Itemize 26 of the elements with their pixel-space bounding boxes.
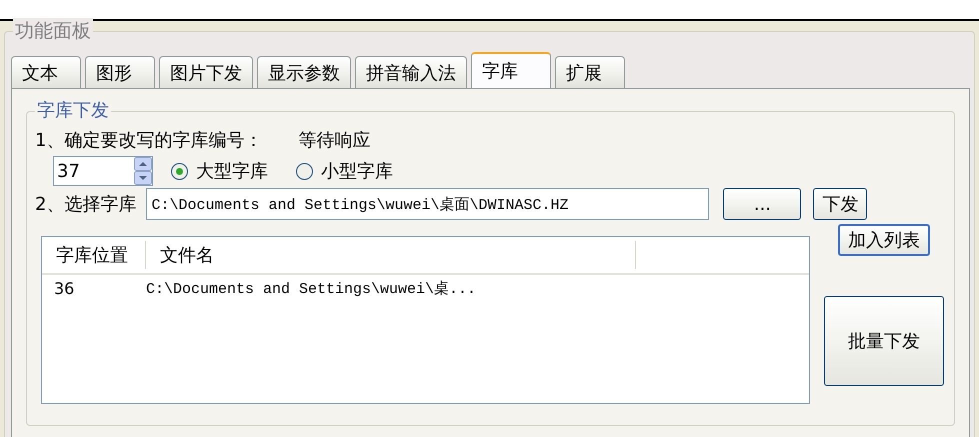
tab[interactable]: 文本 xyxy=(11,56,81,88)
radio-option[interactable]: 小型字库 xyxy=(296,159,393,183)
number-spinner[interactable]: 37 xyxy=(53,156,153,186)
add-to-list-button[interactable]: 加入列表 xyxy=(838,224,930,256)
step-label: 2、选择字库 xyxy=(35,193,136,216)
path-field[interactable]: C:\Documents and Settings\wuwei\桌面\DWINASC.HZ xyxy=(146,188,710,220)
table-cell-text: C:\Documents and Settings\wuwei\桌... xyxy=(146,280,476,298)
radio-option[interactable]: 大型字库 xyxy=(171,159,268,183)
spinner-value: 37 xyxy=(57,160,80,182)
tab[interactable]: 拼音输入法 xyxy=(355,56,467,88)
column-header[interactable]: 文件名 xyxy=(146,241,636,269)
tab[interactable]: 图形 xyxy=(85,56,155,88)
radio-icon[interactable] xyxy=(296,162,313,180)
tab[interactable]: 扩展 xyxy=(555,56,625,88)
tab[interactable]: 显示参数 xyxy=(257,56,351,88)
browse-button[interactable]: ... xyxy=(723,188,802,220)
status-text: 等待响应 xyxy=(298,129,370,152)
tab[interactable]: 字库 xyxy=(471,52,551,88)
tab[interactable]: 图片下发 xyxy=(159,56,253,88)
send-button[interactable]: 下发 xyxy=(813,188,868,220)
column-header[interactable]: 字库位置 xyxy=(42,241,146,269)
radio-icon[interactable] xyxy=(171,162,188,180)
batch-send-button[interactable]: 批量下发 xyxy=(824,296,944,386)
step-label: 1、确定要改写的字库编号： xyxy=(35,129,262,152)
spin-arrows-icon[interactable] xyxy=(134,157,152,185)
table-cell-text: 36 xyxy=(53,279,76,298)
